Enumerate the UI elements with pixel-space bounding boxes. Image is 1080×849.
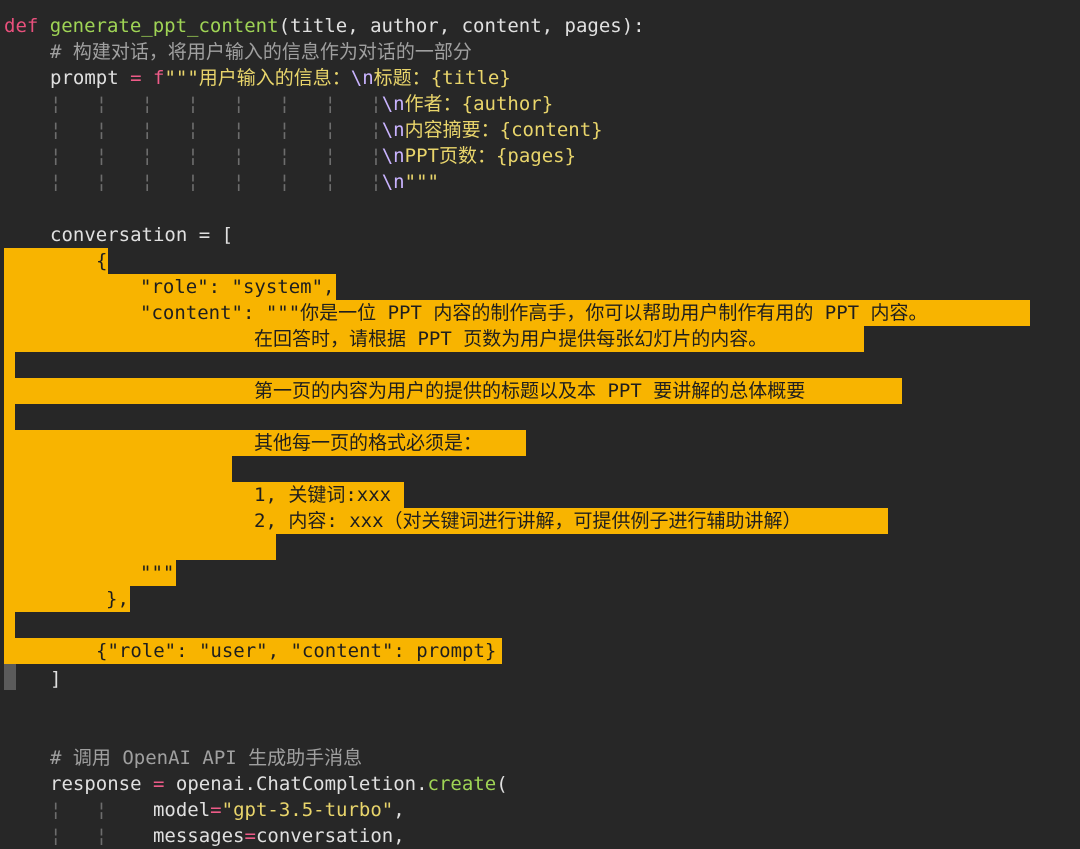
code-line: "content": """你是一位 PPT 内容的制作高手，你可以帮助用户制作…: [140, 300, 928, 326]
escape-sequence: \n: [350, 67, 374, 89]
comment: # 调用 OpenAI API 生成助手消息: [50, 747, 363, 769]
method-name: create: [427, 773, 497, 795]
code-line: conversation = [: [50, 222, 233, 248]
argument-name: messages: [152, 825, 245, 847]
selection-highlight: [4, 534, 276, 560]
escape-sequence: \n: [381, 119, 405, 141]
text-cursor: [4, 664, 16, 690]
code-line: response = openai.ChatCompletion.create(: [50, 771, 508, 797]
code-line: ¦ ¦ ¦ ¦ ¦ ¦ ¦ ¦\n内容摘要：{content}: [50, 117, 603, 143]
code-line: 2, 内容: xxx（对关键词进行讲解，可提供例子进行辅助讲解）: [254, 508, 802, 534]
placeholder: {pages}: [495, 145, 577, 167]
selection-highlight: [4, 248, 108, 274]
code-text: "role": "system",: [140, 276, 335, 298]
string: PPT页数：: [404, 145, 496, 167]
argument-value: conversation,: [255, 825, 405, 847]
code-line: 1, 关键词:xxx: [254, 482, 391, 508]
escape-sequence: \n: [381, 171, 405, 193]
code-text: 第一页的内容为用户的提供的标题以及本 PPT 要讲解的总体概要: [254, 380, 806, 402]
object: openai.ChatCompletion.: [175, 773, 428, 795]
selection-highlight: [14, 352, 15, 378]
code-line: """: [140, 560, 174, 586]
code-line: "role": "system",: [140, 274, 334, 300]
function-params: (title, author, content, pages):: [278, 15, 645, 37]
indent-guides: ¦ ¦ ¦ ¦ ¦ ¦ ¦ ¦: [50, 93, 382, 115]
code-line: prompt = f"""用户输入的信息：\n标题：{title}: [50, 65, 511, 91]
code-line: {"role": "user", "content": prompt}: [96, 638, 496, 664]
code-text: {: [96, 250, 108, 272]
escape-sequence: \n: [381, 93, 405, 115]
code-text: ]: [50, 668, 62, 690]
indent-guides: ¦ ¦ ¦ ¦ ¦ ¦ ¦ ¦: [50, 145, 382, 167]
code-line: def generate_ppt_content(title, author, …: [4, 13, 645, 39]
code-text: """: [140, 562, 175, 584]
code-text: {"role": "user", "content": prompt}: [96, 640, 497, 662]
code-text: "content": """你是一位 PPT 内容的制作高手，你可以帮助用户制作…: [140, 302, 928, 324]
code-text: 1, 关键词:xxx: [254, 484, 392, 506]
paren: (: [496, 773, 508, 795]
keyword: def: [4, 15, 39, 37]
indent-guides: ¦ ¦ ¦ ¦ ¦ ¦ ¦ ¦: [50, 119, 382, 141]
code-line: 第一页的内容为用户的提供的标题以及本 PPT 要讲解的总体概要: [254, 378, 805, 404]
string: """: [404, 171, 439, 193]
operator: =: [130, 67, 142, 89]
placeholder: {author}: [461, 93, 554, 115]
code-text: },: [106, 588, 129, 610]
string: """用户输入的信息：: [164, 67, 351, 89]
selection-highlight: [4, 404, 14, 430]
function-name: generate_ppt_content: [49, 15, 279, 37]
code-editor[interactable]: def generate_ppt_content(title, author, …: [0, 0, 1080, 847]
code-line: ¦ ¦ model="gpt-3.5-turbo",: [50, 797, 405, 823]
indent-guides: ¦ ¦: [50, 799, 108, 821]
operator: =: [210, 799, 222, 821]
code-line: # 构建对话，将用户输入的信息作为对话的一部分: [50, 39, 472, 65]
code-line: {: [96, 248, 107, 274]
code-line: # 调用 OpenAI API 生成助手消息: [50, 745, 362, 771]
string: 内容摘要：: [404, 119, 500, 141]
string: 标题：: [373, 67, 431, 89]
selection-highlight: [4, 456, 232, 482]
variable: prompt: [50, 67, 119, 89]
code-line: 其他每一页的格式必须是：: [254, 430, 482, 456]
escape-sequence: \n: [381, 145, 405, 167]
comment: # 构建对话，将用户输入的信息作为对话的一部分: [50, 41, 472, 63]
code-line: ¦ ¦ ¦ ¦ ¦ ¦ ¦ ¦\n""": [50, 169, 439, 195]
code-text: 其他每一页的格式必须是：: [254, 432, 483, 454]
selection-highlight: [4, 352, 14, 378]
code-line: 在回答时，请根据 PPT 页数为用户提供每张幻灯片的内容。: [254, 326, 767, 352]
variable: response: [50, 773, 142, 795]
fstring-prefix: f: [153, 67, 165, 89]
comma: ,: [393, 799, 405, 821]
code-line: ¦ ¦ ¦ ¦ ¦ ¦ ¦ ¦\nPPT页数：{pages}: [50, 143, 576, 169]
placeholder: {title}: [430, 67, 511, 89]
code-text: conversation = [: [50, 224, 234, 246]
code-line: },: [106, 586, 129, 612]
code-text: 2, 内容: xxx（对关键词进行讲解，可提供例子进行辅助讲解）: [254, 510, 802, 532]
argument-name: model: [152, 799, 211, 821]
code-line: ¦ ¦ messages=conversation,: [50, 823, 405, 849]
selection-highlight: [4, 612, 14, 638]
code-line: ]: [50, 666, 61, 692]
operator: =: [152, 773, 165, 795]
indent-guides: ¦ ¦ ¦ ¦ ¦ ¦ ¦ ¦: [50, 171, 382, 193]
selection-highlight: [14, 612, 15, 638]
string: 作者：: [404, 93, 462, 115]
selection-highlight: [14, 404, 15, 430]
indent-guides: ¦ ¦: [50, 825, 108, 847]
string: "gpt-3.5-turbo": [221, 799, 394, 821]
code-text: 在回答时，请根据 PPT 页数为用户提供每张幻灯片的内容。: [254, 328, 768, 350]
placeholder: {content}: [499, 119, 603, 141]
operator: =: [244, 825, 256, 847]
code-line: ¦ ¦ ¦ ¦ ¦ ¦ ¦ ¦\n作者：{author}: [50, 91, 553, 117]
